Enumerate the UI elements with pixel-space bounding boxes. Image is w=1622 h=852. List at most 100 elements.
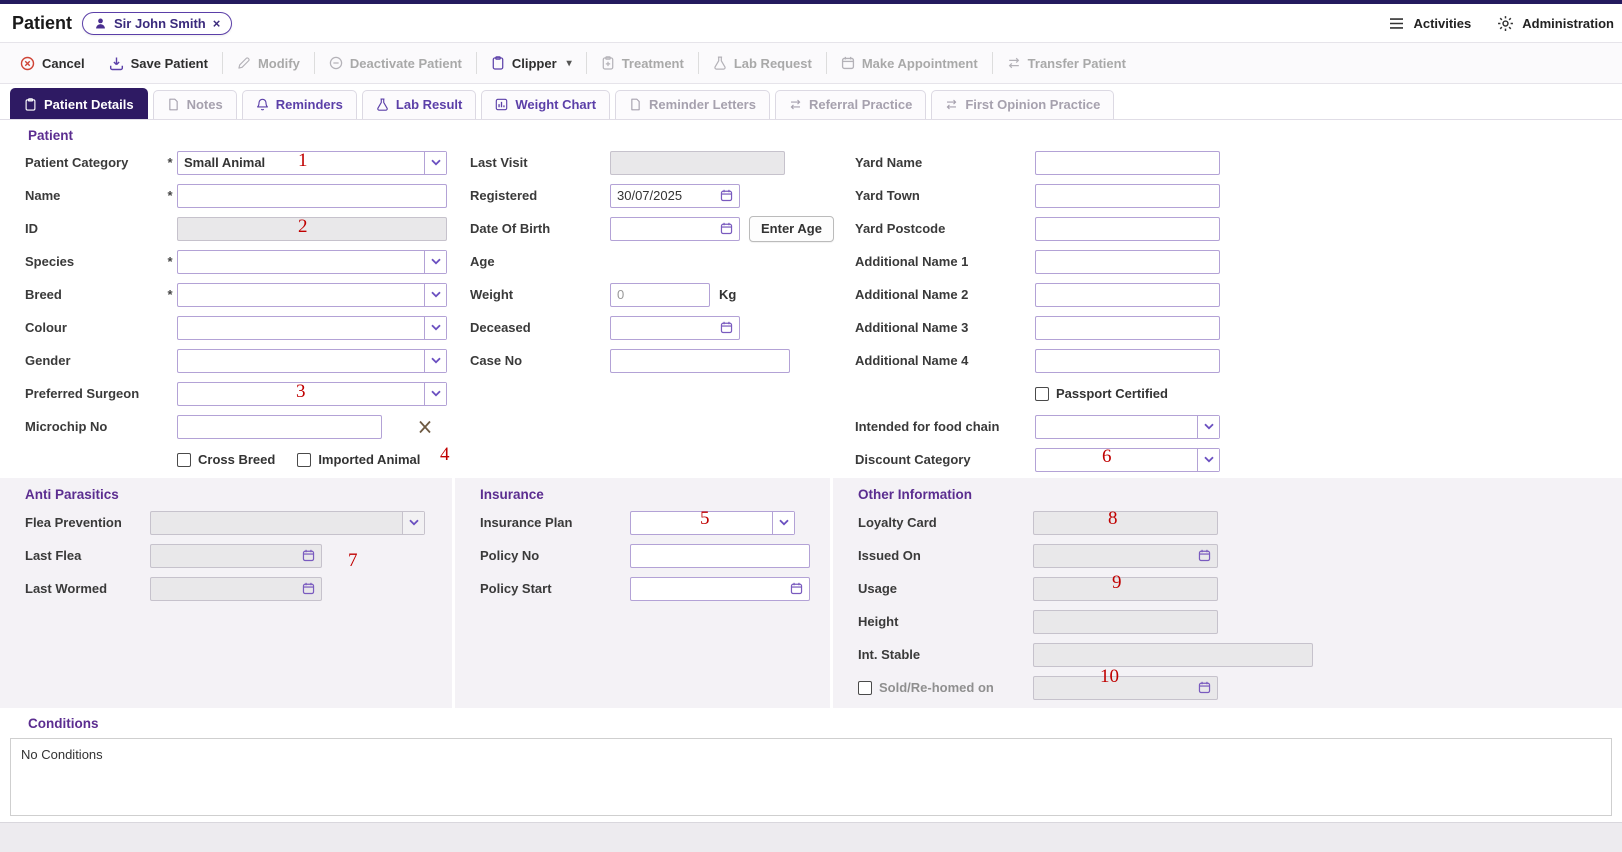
imported-animal-checkbox[interactable] xyxy=(297,452,312,467)
additional-name-4-input[interactable] xyxy=(1035,348,1220,373)
tab-lab-result[interactable]: Lab Result xyxy=(361,90,477,119)
weight-input[interactable] xyxy=(610,282,710,307)
tab-reminders[interactable]: Reminders xyxy=(241,90,357,119)
toolbar-separator xyxy=(825,52,827,74)
deceased-input[interactable] xyxy=(611,320,713,335)
save-patient-button[interactable]: Save Patient xyxy=(97,56,220,71)
lab-request-button[interactable]: Lab Request xyxy=(701,56,824,71)
calendar-icon[interactable] xyxy=(783,582,809,595)
passport-certified-checkbox[interactable] xyxy=(1035,386,1049,401)
administration-button[interactable]: Administration xyxy=(1497,15,1614,32)
weight-unit-label: Kg xyxy=(719,287,737,302)
tab-weight-chart[interactable]: Weight Chart xyxy=(481,90,611,119)
tab-reminder-letters[interactable]: Reminder Letters xyxy=(615,90,770,119)
patient-chip[interactable]: Sir John Smith × xyxy=(82,11,233,35)
int-stable-label: Int. Stable xyxy=(858,647,921,662)
form-row: Deceased xyxy=(470,311,835,344)
tab-notes[interactable]: Notes xyxy=(152,90,237,119)
form-row: Policy Start xyxy=(480,572,830,605)
name-input[interactable] xyxy=(177,183,447,208)
policy-no-input[interactable] xyxy=(630,543,810,568)
activities-button[interactable]: Activities xyxy=(1388,16,1471,31)
tab-patient-details-label: Patient Details xyxy=(44,97,134,112)
calendar-icon xyxy=(295,582,321,595)
form-row: Cross Breed Imported Animal xyxy=(177,443,450,476)
patient-column-1: Patient Category * Small Animal Name * I… xyxy=(0,146,450,476)
date-of-birth-input[interactable] xyxy=(611,221,713,236)
treatment-button[interactable]: Treatment xyxy=(589,56,696,71)
enter-age-button[interactable]: Enter Age xyxy=(749,215,834,242)
toolbar-separator xyxy=(313,52,315,74)
form-row: Policy No xyxy=(480,539,830,572)
gender-label: Gender xyxy=(25,353,71,368)
yard-name-input[interactable] xyxy=(1035,150,1220,175)
form-row: Case No xyxy=(470,344,835,377)
patient-category-label: Patient Category xyxy=(25,155,129,170)
preferred-surgeon-select[interactable] xyxy=(177,381,447,406)
flask-icon xyxy=(713,56,727,70)
insurance-plan-value xyxy=(631,512,772,534)
calendar-icon[interactable] xyxy=(713,321,739,334)
additional-name-1-input[interactable] xyxy=(1035,249,1220,274)
additional-name-2-input[interactable] xyxy=(1035,282,1220,307)
additional-name-4-label: Additional Name 4 xyxy=(855,353,969,368)
additional-name-3-input[interactable] xyxy=(1035,315,1220,340)
insurance-plan-select[interactable] xyxy=(630,510,795,535)
form-row: Yard Name xyxy=(855,146,1622,179)
form-row: Usage xyxy=(858,572,1622,605)
make-appointment-button[interactable]: Make Appointment xyxy=(829,56,990,71)
form-row: Weight Kg xyxy=(470,278,835,311)
clipboard-icon xyxy=(24,98,37,111)
colour-select[interactable] xyxy=(177,315,447,340)
cancel-button[interactable]: Cancel xyxy=(8,56,97,71)
tab-patient-details[interactable]: Patient Details xyxy=(10,88,148,119)
header: Patient Sir John Smith × Activities Admi… xyxy=(0,4,1622,42)
discount-category-select[interactable] xyxy=(1035,447,1220,472)
transfer-icon xyxy=(945,98,958,111)
conditions-section: Conditions No Conditions xyxy=(0,716,1622,816)
flea-prevention-label: Flea Prevention xyxy=(25,515,122,530)
modify-button[interactable]: Modify xyxy=(225,56,312,71)
policy-start-datefield[interactable] xyxy=(630,576,810,601)
policy-start-input[interactable] xyxy=(631,581,783,596)
caret-down-icon: ▾ xyxy=(566,57,572,69)
intended-for-food-chain-select[interactable] xyxy=(1035,414,1220,439)
yard-postcode-input[interactable] xyxy=(1035,216,1220,241)
breed-label: Breed xyxy=(25,287,62,302)
chip-close-icon[interactable]: × xyxy=(213,16,221,31)
gender-select[interactable] xyxy=(177,348,447,373)
clear-microchip-icon[interactable] xyxy=(418,420,432,434)
breed-select[interactable] xyxy=(177,282,447,307)
intended-for-food-chain-value xyxy=(1036,416,1197,438)
case-no-input[interactable] xyxy=(610,348,790,373)
species-label: Species xyxy=(25,254,75,269)
form-row: Breed * xyxy=(25,278,450,311)
sold-rehomed-label-group: Sold/Re-homed on xyxy=(858,680,1033,695)
issued-on-datefield xyxy=(1033,543,1218,568)
colour-value xyxy=(178,317,424,339)
yard-town-input[interactable] xyxy=(1035,183,1220,208)
chevron-down-icon xyxy=(402,511,424,534)
deactivate-patient-button[interactable]: Deactivate Patient xyxy=(317,56,474,71)
tab-first-opinion-practice[interactable]: First Opinion Practice xyxy=(931,90,1115,119)
deceased-datefield[interactable] xyxy=(610,315,740,340)
intended-for-food-chain-label: Intended for food chain xyxy=(855,419,1000,434)
calendar-icon xyxy=(1191,549,1217,562)
microchip-no-input[interactable] xyxy=(177,414,382,439)
registered-input[interactable] xyxy=(611,188,713,203)
species-select[interactable] xyxy=(177,249,447,274)
calendar-icon[interactable] xyxy=(713,222,739,235)
calendar-icon[interactable] xyxy=(713,189,739,202)
transfer-patient-button[interactable]: Transfer Patient xyxy=(995,56,1138,71)
registered-datefield[interactable] xyxy=(610,183,740,208)
cross-breed-checkbox[interactable] xyxy=(177,452,191,467)
tab-referral-practice[interactable]: Referral Practice xyxy=(774,90,927,119)
status-bar xyxy=(0,822,1622,852)
patient-category-select[interactable]: Small Animal xyxy=(177,150,447,175)
yard-town-label: Yard Town xyxy=(855,188,920,203)
sold-rehomed-checkbox[interactable] xyxy=(858,680,872,695)
clipper-button[interactable]: Clipper ▾ xyxy=(479,56,584,71)
deactivate-patient-label: Deactivate Patient xyxy=(349,55,462,71)
date-of-birth-datefield[interactable] xyxy=(610,216,740,241)
lab-request-label: Lab Request xyxy=(733,55,812,71)
